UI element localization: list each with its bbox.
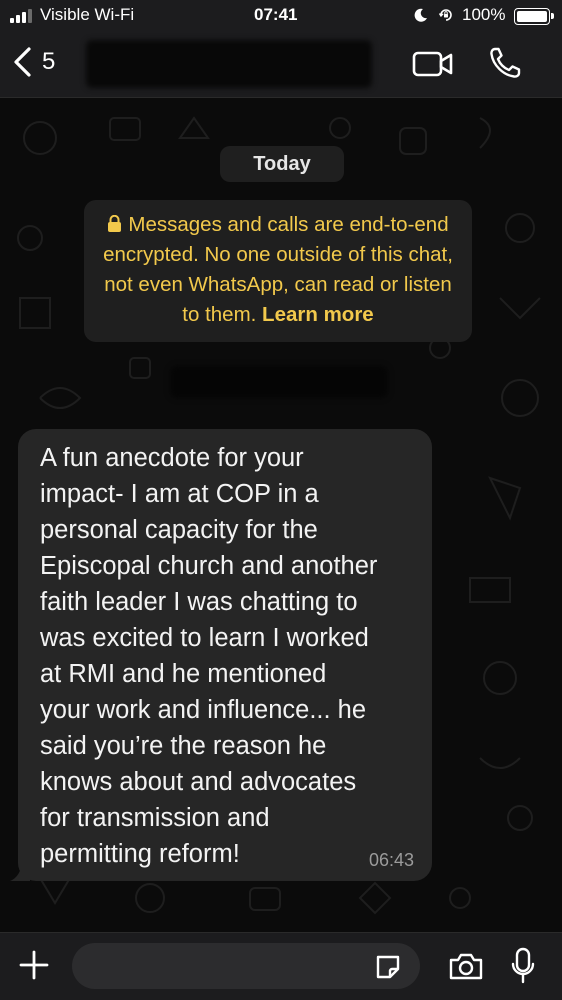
status-time: 07:41 (254, 5, 298, 24)
camera-icon[interactable] (448, 951, 484, 981)
chevron-left-icon (14, 47, 31, 77)
learn-more-link[interactable]: Learn more (262, 303, 374, 326)
message-timestamp: 06:43 (368, 850, 414, 870)
moon-icon (414, 8, 427, 22)
sticker-icon[interactable] (374, 953, 402, 981)
plus-icon[interactable] (18, 949, 50, 981)
status-bar: Visible Wi-Fi 07:41 100% (0, 0, 562, 32)
signal-icon (10, 9, 32, 23)
incoming-message-bubble[interactable]: A fun anecdote for your impact- I am at … (10, 429, 432, 881)
microphone-icon[interactable] (510, 947, 536, 985)
message-text: A fun anecdote for your impact- I am at … (40, 444, 378, 868)
message-input[interactable] (72, 943, 420, 989)
chat-header: 5 (0, 32, 562, 98)
date-separator: Today (220, 146, 344, 182)
redacted-separator (170, 366, 388, 398)
bubble-tail (10, 863, 30, 881)
back-button[interactable]: 5 (12, 46, 55, 78)
input-bar (0, 932, 562, 1000)
unread-count: 5 (42, 48, 56, 75)
carrier-label: Visible Wi-Fi (40, 5, 135, 24)
lock-icon (108, 215, 122, 232)
phone-icon[interactable] (488, 46, 522, 80)
video-call-icon[interactable] (412, 50, 454, 78)
chat-area[interactable]: Today Messages and calls are end-to-end … (0, 98, 562, 932)
contact-name-redacted[interactable] (86, 40, 372, 88)
rotation-lock-icon (438, 9, 452, 21)
battery-percent: 100% (462, 5, 506, 24)
battery-icon (514, 8, 554, 25)
encryption-notice[interactable]: Messages and calls are end-to-end encryp… (84, 200, 472, 342)
